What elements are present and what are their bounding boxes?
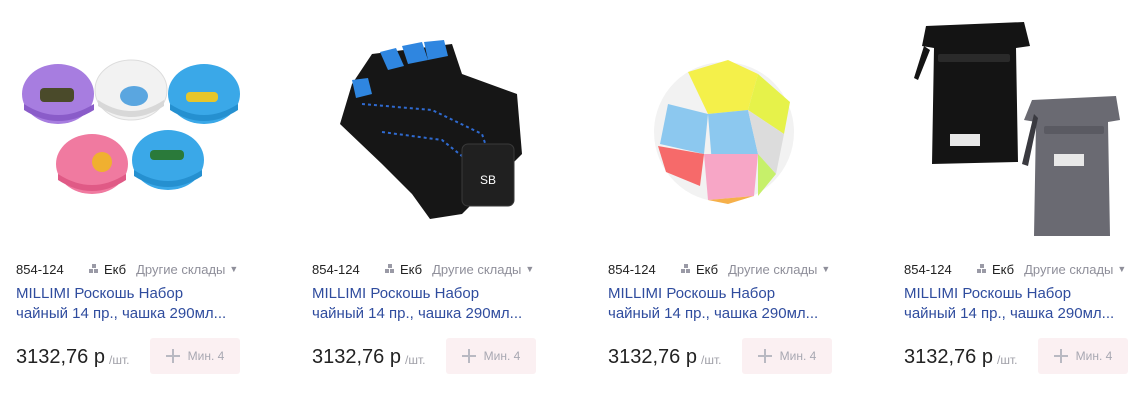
min-quantity-label: Мин. 4	[483, 349, 521, 363]
price-unit: /шт.	[405, 353, 426, 367]
product-title-line: MILLIMI Роскошь Набор	[16, 285, 184, 302]
product-meta: 854-124 Екб Другие склады ▼	[608, 260, 858, 278]
product-title-line: MILLIMI Роскошь Набор	[312, 285, 480, 302]
product-title-line: чайный 14 пр., чашка 290мл...	[904, 305, 1115, 322]
price-unit: /шт.	[701, 353, 722, 367]
mesh-ball-image	[654, 60, 794, 204]
product-image[interactable]	[904, 14, 1136, 236]
product-sku: 854-124	[312, 261, 360, 277]
product-title-link[interactable]: MILLIMI Роскошь Набор чайный 14 пр., чаш…	[16, 284, 266, 324]
product-title-line: чайный 14 пр., чашка 290мл...	[608, 305, 819, 322]
price-row: 3132,76 р /шт. Мин. 4	[904, 338, 1134, 374]
caret-down-icon[interactable]: ▼	[525, 264, 534, 274]
product-title-link[interactable]: MILLIMI Роскошь Набор чайный 14 пр., чаш…	[608, 284, 858, 324]
product-sku: 854-124	[904, 261, 952, 277]
gloves-image: SB	[340, 40, 522, 219]
product-card[interactable]: 854-124 Екб Другие склады ▼ MILLIMI Роск…	[0, 0, 296, 418]
min-quantity-label: Мин. 4	[187, 349, 225, 363]
product-meta: 854-124 Екб Другие склады ▼	[312, 260, 562, 278]
warehouse-city: Екб	[104, 261, 127, 277]
other-stores-dropdown[interactable]: Другие склады	[1024, 262, 1113, 277]
add-to-cart-button[interactable]: Мин. 4	[1038, 338, 1128, 374]
plus-icon	[461, 349, 476, 363]
warehouse-city: Екб	[992, 261, 1015, 277]
other-stores-dropdown[interactable]: Другие склады	[136, 262, 225, 277]
product-card[interactable]: 854-124 Екб Другие склады ▼ MILLIMI Роск…	[592, 0, 888, 418]
product-price: 3132,76 р	[16, 346, 105, 368]
caret-down-icon[interactable]: ▼	[229, 264, 238, 274]
plus-icon	[165, 349, 180, 363]
plus-icon	[1053, 349, 1068, 363]
plus-icon	[757, 349, 772, 363]
product-grid: 854-124 Екб Другие склады ▼ MILLIMI Роск…	[0, 0, 1144, 418]
warehouse-icon	[680, 264, 692, 274]
warehouse-icon	[88, 264, 100, 274]
product-price: 3132,76 р	[904, 346, 993, 368]
backpacks-image	[914, 22, 1120, 236]
product-image[interactable]: SB	[312, 14, 544, 236]
product-title-line: MILLIMI Роскошь Набор	[608, 285, 776, 302]
other-stores-dropdown[interactable]: Другие склады	[432, 262, 521, 277]
product-title-line: чайный 14 пр., чашка 290мл...	[312, 305, 523, 322]
product-sku: 854-124	[608, 261, 656, 277]
add-to-cart-button[interactable]: Мин. 4	[150, 338, 240, 374]
price-row: 3132,76 р /шт. Мин. 4	[312, 338, 542, 374]
price-row: 3132,76 р /шт. Мин. 4	[608, 338, 838, 374]
other-stores-dropdown[interactable]: Другие склады	[728, 262, 817, 277]
add-to-cart-button[interactable]: Мин. 4	[446, 338, 536, 374]
warehouse-icon	[384, 264, 396, 274]
price-unit: /шт.	[997, 353, 1018, 367]
product-card[interactable]: SB 854-124 Екб Другие склады ▼ MILLIMI Р…	[296, 0, 592, 418]
product-card[interactable]: 854-124 Екб Другие склады ▼ MILLIMI Роск…	[888, 0, 1144, 418]
product-title-link[interactable]: MILLIMI Роскошь Набор чайный 14 пр., чаш…	[904, 284, 1144, 324]
price-unit: /шт.	[109, 353, 130, 367]
product-title-line: MILLIMI Роскошь Набор	[904, 285, 1072, 302]
product-image[interactable]	[16, 14, 248, 236]
svg-text:SB: SB	[480, 173, 496, 187]
product-meta: 854-124 Екб Другие склады ▼	[904, 260, 1144, 278]
caret-down-icon[interactable]: ▼	[1117, 264, 1126, 274]
min-quantity-label: Мин. 4	[1075, 349, 1113, 363]
swim-caps-image	[22, 59, 240, 194]
add-to-cart-button[interactable]: Мин. 4	[742, 338, 832, 374]
product-meta: 854-124 Екб Другие склады ▼	[16, 260, 266, 278]
product-image[interactable]	[608, 14, 840, 236]
product-sku: 854-124	[16, 261, 64, 277]
warehouse-icon	[976, 264, 988, 274]
warehouse-city: Екб	[696, 261, 719, 277]
product-title-line: чайный 14 пр., чашка 290мл...	[16, 305, 227, 322]
product-price: 3132,76 р	[608, 346, 697, 368]
warehouse-city: Екб	[400, 261, 423, 277]
price-row: 3132,76 р /шт. Мин. 4	[16, 338, 246, 374]
min-quantity-label: Мин. 4	[779, 349, 817, 363]
product-price: 3132,76 р	[312, 346, 401, 368]
caret-down-icon[interactable]: ▼	[821, 264, 830, 274]
product-title-link[interactable]: MILLIMI Роскошь Набор чайный 14 пр., чаш…	[312, 284, 562, 324]
